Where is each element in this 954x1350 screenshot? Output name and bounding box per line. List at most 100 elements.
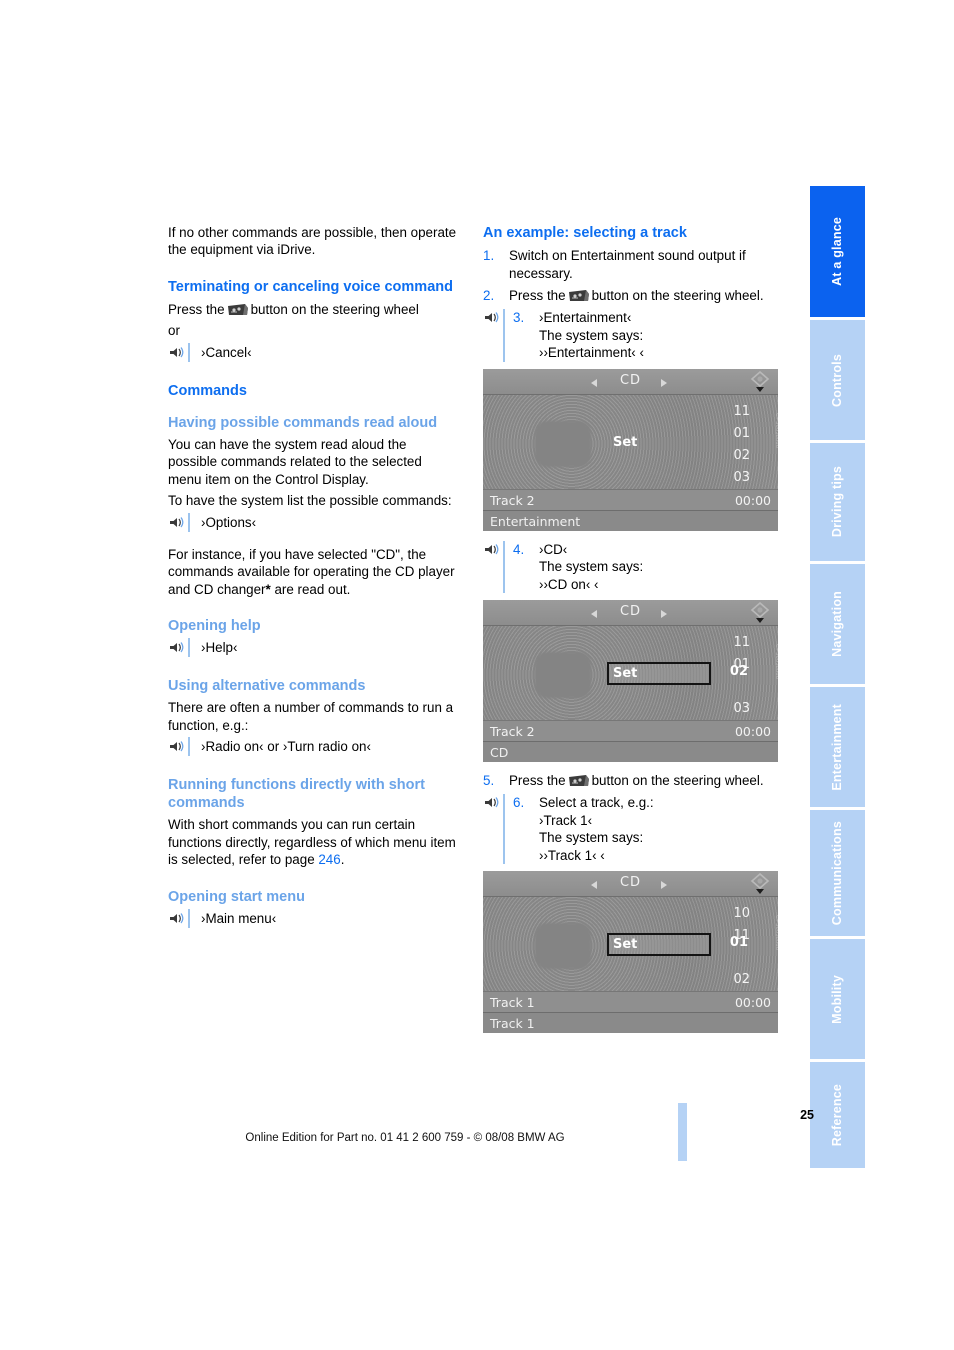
track-number-selected[interactable] bbox=[716, 947, 750, 969]
step-text: ›Entertainment‹ The system says: ››Enter… bbox=[539, 309, 778, 361]
manual-page: If no other commands are possible, then … bbox=[0, 0, 954, 1350]
tab-label: Reference bbox=[830, 1083, 845, 1147]
set-label: Set bbox=[613, 665, 638, 681]
step-line-3: The system says: bbox=[539, 830, 644, 846]
voice-command-cancel-text: ›Cancel‹ bbox=[201, 344, 252, 360]
display-main-area: Set 02 11 01 03 bbox=[483, 625, 778, 720]
short-commands-paragraph: With short commands you can run certain … bbox=[168, 816, 458, 868]
step-text: Select a track, e.g.: ›Track 1‹ The syst… bbox=[539, 794, 778, 864]
voice-command-icon bbox=[483, 540, 513, 593]
read-aloud-paragraph-3: For instance, if you have selected "CD",… bbox=[168, 546, 458, 598]
tab-navigation[interactable]: Navigation bbox=[810, 564, 865, 684]
display-main-area: Set 11 01 02 03 bbox=[483, 394, 778, 489]
track-number[interactable]: 11 bbox=[716, 401, 750, 423]
voice-command-help-text: ›Help‹ bbox=[201, 640, 238, 656]
track-number[interactable]: 02 bbox=[716, 445, 750, 467]
list-item: 1. Switch on Entertainment sound output … bbox=[483, 247, 778, 282]
step-line-2: The system says: bbox=[539, 327, 644, 343]
voice-command-icon bbox=[168, 908, 198, 929]
step-number: 2. bbox=[483, 287, 495, 303]
steering-wheel-button-icon bbox=[227, 303, 249, 315]
list-item-voice: 4. ›CD‹ The system says: ››CD on‹ ‹ bbox=[483, 540, 778, 593]
track-number[interactable]: 01 bbox=[716, 423, 750, 445]
track-number[interactable]: 10 bbox=[716, 903, 750, 925]
voice-command-radio-on: ›Radio on‹ or ›Turn radio on‹ bbox=[168, 737, 458, 757]
next-arrow-icon[interactable] bbox=[661, 378, 667, 387]
selected-track-number: 01 bbox=[729, 935, 748, 951]
step-line-2: ›Track 1‹ bbox=[539, 812, 593, 828]
tab-communications[interactable]: Communications bbox=[810, 810, 865, 936]
display-title: CD bbox=[619, 372, 642, 388]
step-number: 4. bbox=[513, 541, 525, 557]
voice-command-bar bbox=[503, 309, 505, 362]
track-number-selected[interactable] bbox=[716, 676, 750, 698]
voice-command-main-menu-text: ›Main menu‹ bbox=[201, 910, 277, 926]
tab-at-a-glance[interactable]: At a glance bbox=[810, 186, 865, 317]
selected-track-number: 02 bbox=[729, 663, 748, 679]
voice-command-options: ›Options‹ bbox=[168, 512, 458, 533]
cd-hub-graphic bbox=[535, 420, 591, 467]
heading-alternative-commands: Using alternative commands bbox=[168, 678, 366, 695]
voice-command-icon bbox=[483, 309, 513, 362]
step-line-3: ››Entertainment‹ ‹ bbox=[539, 345, 644, 361]
terminating-instruction: Press the button on the steering wheel bbox=[168, 301, 458, 318]
tab-mobility[interactable]: Mobility bbox=[810, 939, 865, 1059]
display-header: CD bbox=[483, 368, 778, 395]
track-number[interactable]: 03 bbox=[716, 698, 750, 720]
display-header: CD bbox=[483, 599, 778, 626]
list-item-voice: 6. Select a track, e.g.: ›Track 1‹ The s… bbox=[483, 794, 778, 865]
track-number-list[interactable]: 11 01 02 03 bbox=[716, 401, 750, 489]
step-line-1: Select a track, e.g.: bbox=[539, 795, 654, 811]
right-text-column: An example: selecting a track 1. Switch … bbox=[483, 224, 778, 1043]
list-item: 2. Press the button on the steering wheel… bbox=[483, 287, 778, 304]
step-text: Switch on Entertainment sound output if … bbox=[509, 248, 746, 281]
tab-label: Communications bbox=[830, 820, 845, 926]
tab-driving-tips[interactable]: Driving tips bbox=[810, 443, 865, 561]
step-number: 1. bbox=[483, 248, 495, 264]
voice-command-icon bbox=[168, 342, 198, 363]
track-number[interactable]: 03 bbox=[716, 467, 750, 489]
page-reference-link[interactable]: 246 bbox=[318, 852, 340, 867]
voice-command-bar bbox=[503, 540, 505, 593]
step-text-before: Press the bbox=[509, 772, 566, 788]
tab-reference[interactable]: Reference bbox=[810, 1062, 865, 1168]
or-text: or bbox=[168, 323, 180, 339]
figure-caption-code: CP56638066 bbox=[774, 915, 778, 951]
next-arrow-icon[interactable] bbox=[661, 609, 667, 618]
current-track-label: Track 2 bbox=[490, 492, 535, 508]
voice-command-bar bbox=[503, 794, 505, 865]
tab-entertainment[interactable]: Entertainment bbox=[810, 687, 865, 807]
cd-example-text-b: are read out. bbox=[270, 581, 351, 597]
elapsed-time: 00:00 bbox=[734, 723, 771, 739]
read-aloud-paragraph-2: To have the system list the possible com… bbox=[168, 493, 452, 509]
voice-command-bar bbox=[188, 737, 190, 757]
tab-controls[interactable]: Controls bbox=[810, 320, 865, 440]
list-item: 5. Press the button on the steering wheel… bbox=[483, 772, 778, 789]
elapsed-time: 00:00 bbox=[734, 492, 771, 508]
step-text: Press the button on the steering wheel. bbox=[509, 772, 778, 789]
voice-command-cancel: ›Cancel‹ bbox=[168, 342, 458, 363]
voice-command-main-menu: ›Main menu‹ bbox=[168, 908, 458, 929]
tab-label: Controls bbox=[830, 353, 845, 407]
short-commands-text-b: . bbox=[340, 852, 345, 868]
next-arrow-icon[interactable] bbox=[661, 881, 667, 890]
track-number[interactable]: 02 bbox=[716, 969, 750, 991]
track-number[interactable]: 11 bbox=[716, 632, 750, 654]
voice-command-icon bbox=[168, 737, 198, 757]
idrive-display-2: CD Set 02 11 01 03 Track 2 00:00 CD CP56… bbox=[483, 599, 778, 762]
display-track-bar: Track 2 00:00 bbox=[483, 488, 778, 511]
status-text: Entertainment bbox=[490, 513, 581, 529]
tab-label: At a glance bbox=[830, 217, 845, 286]
alternative-commands-paragraph: There are often a number of commands to … bbox=[168, 700, 454, 733]
read-aloud-paragraph-1: You can have the system read aloud the p… bbox=[168, 437, 422, 487]
step-number: 3. bbox=[513, 310, 525, 326]
status-text: CD bbox=[490, 744, 509, 760]
voice-command-icon bbox=[483, 794, 513, 865]
step-text-before: Press the bbox=[509, 287, 566, 303]
tab-label: Mobility bbox=[830, 974, 845, 1024]
steering-wheel-button-icon bbox=[568, 289, 590, 301]
step-text: ›CD‹ The system says: ››CD on‹ ‹ bbox=[539, 541, 778, 593]
page-number: 25 bbox=[800, 1108, 814, 1122]
step-text: Press the button on the steering wheel. bbox=[509, 287, 778, 304]
steering-wheel-button-icon bbox=[568, 774, 590, 786]
